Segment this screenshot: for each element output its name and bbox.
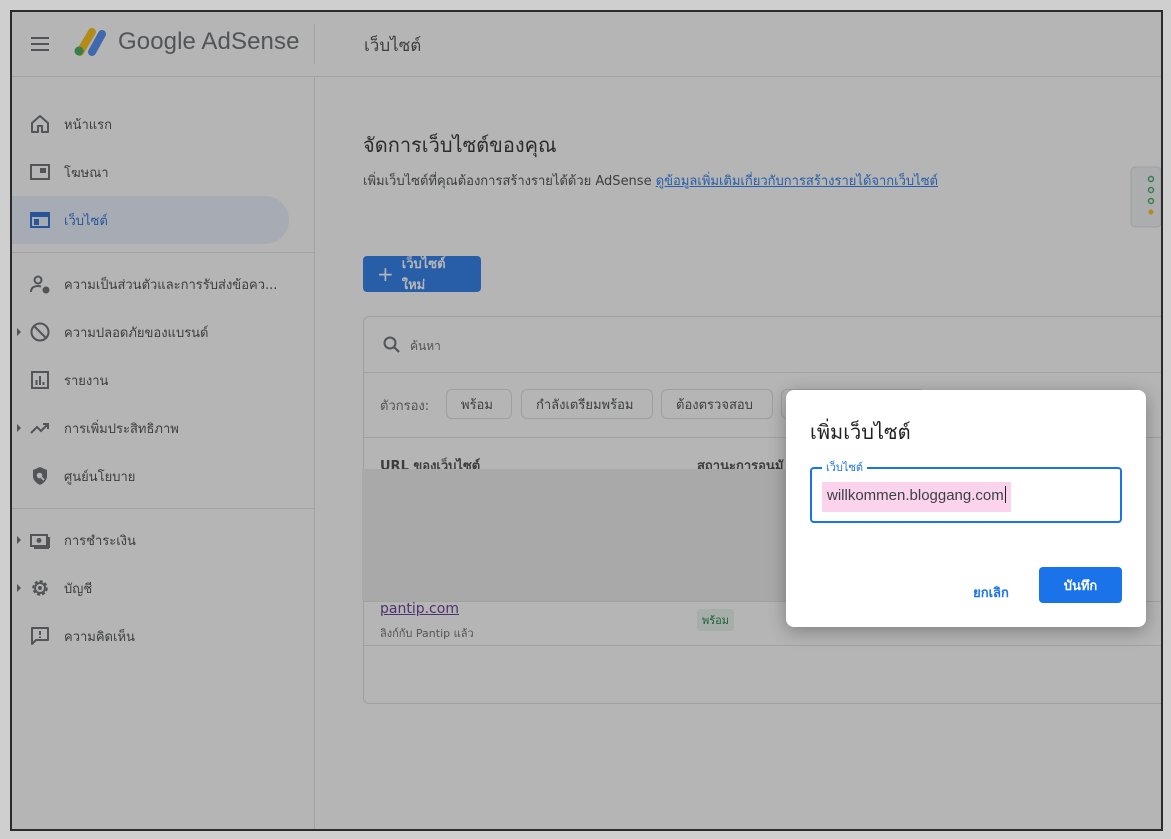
- save-button[interactable]: บันทึก: [1039, 567, 1122, 603]
- site-url-field[interactable]: เว็บไซต์ willkommen.bloggang.com: [810, 461, 1122, 523]
- app-window: Google AdSense เว็บไซต์ หน้าแรก โฆษณา เว…: [10, 10, 1163, 831]
- site-url-input[interactable]: willkommen.bloggang.com: [822, 482, 1011, 512]
- add-site-dialog: เพิ่มเว็บไซต์ เว็บไซต์ willkommen.blogga…: [786, 390, 1146, 627]
- field-label: เว็บไซต์: [822, 461, 868, 475]
- cancel-button[interactable]: ยกเลิก: [956, 574, 1026, 610]
- dialog-title: เพิ่มเว็บไซต์: [810, 420, 911, 444]
